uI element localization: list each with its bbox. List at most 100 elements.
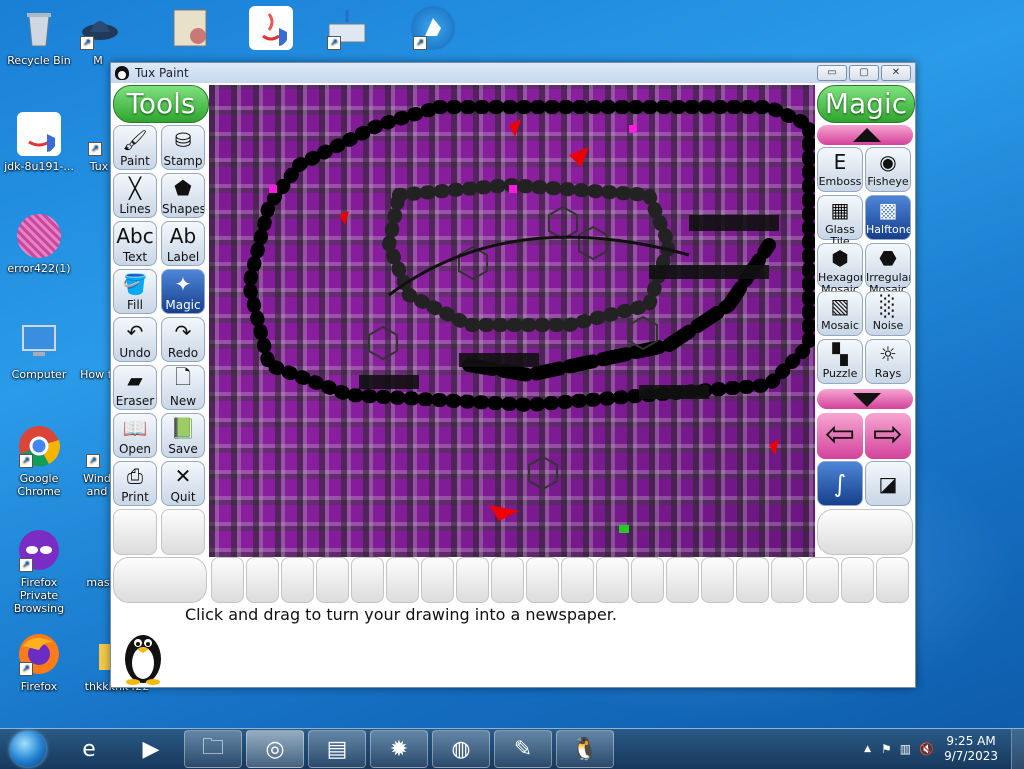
- show-desktop-button[interactable]: [1011, 729, 1024, 769]
- color-swatch[interactable]: [736, 557, 769, 603]
- color-swatch[interactable]: [211, 557, 244, 603]
- tool-label-button[interactable]: Ab Label: [161, 221, 205, 266]
- desktop-icon-java-setup[interactable]: [160, 6, 220, 54]
- window-titlebar[interactable]: Tux Paint ▭ ▢ ✕: [111, 63, 915, 83]
- magic-irregular-mosaic-button[interactable]: ⬣ Irregular Mosaic: [865, 243, 911, 296]
- tool-save-button[interactable]: 📗 Save: [161, 413, 205, 458]
- start-button[interactable]: [2, 729, 54, 769]
- desktop-icon-mas[interactable]: mas: [84, 528, 112, 589]
- desktop-icon-java-admin[interactable]: [236, 6, 306, 54]
- desktop-icon-firefox[interactable]: ↗ Firefox: [0, 632, 78, 693]
- taskbar-internet-explorer-button[interactable]: e: [60, 730, 118, 768]
- color-swatch[interactable]: [841, 557, 874, 603]
- desktop-icon-keyboard[interactable]: ↗: [312, 6, 382, 54]
- tool-print-button[interactable]: ⎙ Print: [113, 461, 157, 506]
- desktop-icon-recycle-bin[interactable]: Recycle Bin: [0, 6, 78, 67]
- tool-magic-button[interactable]: ✦ Magic: [161, 269, 205, 314]
- tool-paint-button[interactable]: 🖌 Paint: [113, 125, 157, 170]
- color-swatch[interactable]: [666, 557, 699, 603]
- magic-emboss-button[interactable]: E Emboss: [817, 147, 863, 192]
- color-swatch[interactable]: [386, 557, 419, 603]
- close-button[interactable]: ✕: [881, 65, 911, 81]
- file-icon: [86, 528, 110, 572]
- tool-open-button[interactable]: 📖 Open: [113, 413, 157, 458]
- desktop-icon-google-chrome[interactable]: ↗ Google Chrome: [0, 424, 78, 498]
- quit-icon: ✕: [174, 464, 192, 488]
- tool-eraser-button[interactable]: ▰ Eraser: [113, 365, 157, 410]
- desktop-icon-computer[interactable]: Computer: [0, 320, 78, 381]
- tool-label: Label: [166, 250, 200, 264]
- taskbar-file-explorer-button[interactable]: 🗀: [184, 730, 242, 768]
- desktop-icon-firefox-private[interactable]: ↗ Firefox Private Browsing: [0, 528, 78, 615]
- taskbar-tux-paint-button[interactable]: 🐧: [556, 730, 614, 768]
- magic-rays-button[interactable]: ☼ Rays: [865, 339, 911, 384]
- minimize-button[interactable]: ▭: [817, 65, 847, 81]
- tool-quit-button[interactable]: ✕ Quit: [161, 461, 205, 506]
- color-swatch[interactable]: [491, 557, 524, 603]
- magic-noise-button[interactable]: ░ Noise: [865, 291, 911, 336]
- taskbar-notepad-button[interactable]: ✎: [494, 730, 552, 768]
- magic-halftone-button[interactable]: ▩ Halftone: [865, 195, 911, 240]
- desktop-icon-wolf-app[interactable]: ↗: [398, 6, 468, 54]
- tool-text-button[interactable]: Abc Text: [113, 221, 157, 266]
- taskbar: e ▶ 🗀 ◎ ▤ ✹ ◍ ✎ 🐧 ▲ ⚑ ▥ 🔇 9:25 AM 9/7/2023: [0, 728, 1024, 769]
- desktop-icon-windows-and[interactable]: ↗ Wind and: [82, 424, 112, 498]
- color-swatch[interactable]: [456, 557, 489, 603]
- magic-mosaic-button[interactable]: ▧ Mosaic: [817, 291, 863, 336]
- previous-button[interactable]: ⇦: [817, 413, 863, 459]
- clock[interactable]: 9:25 AM 9/7/2023: [944, 734, 998, 764]
- tux-paint-window[interactable]: Tux Paint ▭ ▢ ✕ Tools 🖌 Paint ⛁ Stamp ╳ Lines…: [110, 62, 916, 688]
- action-center-icon[interactable]: ⚑: [881, 742, 892, 756]
- color-palette-big-slot[interactable]: [113, 557, 207, 603]
- next-button[interactable]: ⇨: [865, 413, 911, 459]
- desktop-icon-how-to[interactable]: How t: [80, 320, 112, 381]
- desktop-icon-error-file[interactable]: error422(1): [0, 214, 78, 275]
- file-explorer-icon: 🗀: [201, 735, 224, 760]
- magic-scroll-up-button[interactable]: [817, 125, 913, 145]
- color-swatch[interactable]: [701, 557, 734, 603]
- tray-expand-icon[interactable]: ▲: [864, 744, 871, 754]
- taskbar-app-blue-button[interactable]: ✹: [370, 730, 428, 768]
- magic-mode-fullscreen-button[interactable]: ◪: [865, 461, 911, 506]
- mosaic-icon: ▧: [830, 294, 850, 318]
- color-swatch[interactable]: [421, 557, 454, 603]
- color-swatch[interactable]: [771, 557, 804, 603]
- color-swatch[interactable]: [596, 557, 629, 603]
- color-swatch[interactable]: [281, 557, 314, 603]
- magic-mode-paint-button[interactable]: ∫: [817, 461, 863, 506]
- color-swatch[interactable]: [351, 557, 384, 603]
- color-swatch[interactable]: [631, 557, 664, 603]
- color-swatch[interactable]: [876, 557, 909, 603]
- tool-stamp-button[interactable]: ⛁ Stamp: [161, 125, 205, 170]
- drawing-canvas[interactable]: [209, 85, 815, 557]
- color-swatch[interactable]: [246, 557, 279, 603]
- magic-hexagon-mosaic-button[interactable]: ⬢ Hexagon Mosaic: [817, 243, 863, 296]
- color-swatch[interactable]: [806, 557, 839, 603]
- maximize-button[interactable]: ▢: [849, 65, 879, 81]
- magic-scroll-down-button[interactable]: [817, 389, 913, 409]
- taskbar-firefox-button[interactable]: ◍: [432, 730, 490, 768]
- magic-fisheye-button[interactable]: ◉ Fisheye: [865, 147, 911, 192]
- tool-lines-button[interactable]: ╳ Lines: [113, 173, 157, 218]
- tool-fill-button[interactable]: 🪣 Fill: [113, 269, 157, 314]
- color-swatch[interactable]: [561, 557, 594, 603]
- volume-muted-icon[interactable]: 🔇: [919, 742, 934, 756]
- magic-glass-tile-button[interactable]: ▦ Glass Tile: [817, 195, 863, 248]
- color-swatch[interactable]: [316, 557, 349, 603]
- taskbar-media-player-button[interactable]: ▶: [122, 730, 180, 768]
- magic-puzzle-button[interactable]: ▚ Puzzle: [817, 339, 863, 384]
- tool-redo-button[interactable]: ↷ Redo: [161, 317, 205, 362]
- tool-label: Paint: [120, 154, 150, 168]
- taskbar-chrome-button[interactable]: ◎: [246, 730, 304, 768]
- color-swatch[interactable]: [526, 557, 559, 603]
- tool-new-button[interactable]: 🗋 New: [161, 365, 205, 410]
- tool-shapes-button[interactable]: ⬟ Shapes: [161, 173, 205, 218]
- tool-undo-button[interactable]: ↶ Undo: [113, 317, 157, 362]
- network-icon[interactable]: ▥: [900, 742, 911, 756]
- tool-label: Eraser: [115, 394, 155, 408]
- desktop-icon-jdk[interactable]: jdk-8u191-...: [0, 112, 78, 173]
- desktop-icon-app-m[interactable]: ↗ M: [78, 6, 118, 67]
- hat-app-icon: ↗: [78, 6, 122, 50]
- bucket-icon: 🪣: [122, 272, 148, 296]
- taskbar-control-panel-button[interactable]: ▤: [308, 730, 366, 768]
